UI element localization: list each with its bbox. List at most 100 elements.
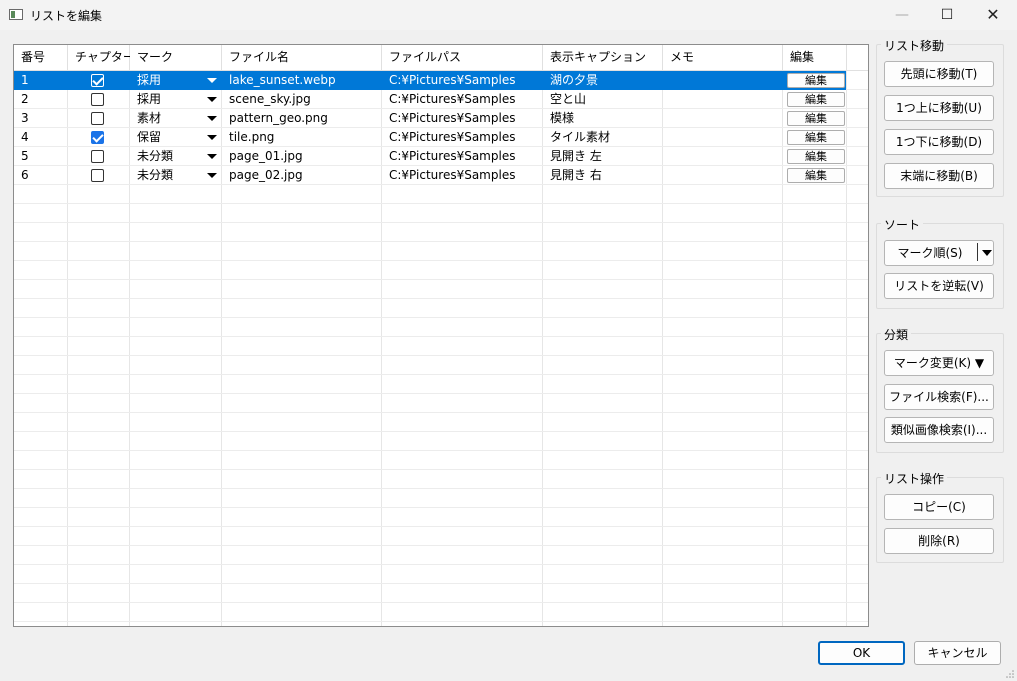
reverse-list-button[interactable]: リストを逆転(V) (884, 273, 994, 299)
move-down-button[interactable]: 1つ下に移動(D) (884, 129, 994, 155)
cancel-button[interactable]: キャンセル (914, 641, 1001, 665)
grid-line (14, 279, 868, 280)
mark-select-value: 未分類 (137, 149, 174, 163)
dropdown-arrow-icon[interactable] (207, 116, 217, 121)
grid-line (14, 621, 868, 622)
change-mark-button[interactable]: マーク変更(K) ▼ (884, 350, 994, 376)
cell-filename: lake_sunset.webp (229, 73, 336, 87)
grid-line (14, 545, 868, 546)
column-header-filename[interactable]: ファイル名 (222, 45, 382, 70)
grid-line (14, 526, 868, 527)
edit-button[interactable]: 編集 (787, 111, 845, 126)
move-up-button[interactable]: 1つ上に移動(U) (884, 95, 994, 121)
table-row[interactable]: 2 採用 scene_sky.jpg C:¥Pictures¥Samples 空と山 編集 (14, 90, 846, 109)
dropdown-arrow-icon[interactable] (207, 154, 217, 159)
cell-number: 3 (21, 111, 29, 125)
grid-line (14, 412, 868, 413)
column-header-caption[interactable]: 表示キャプション (543, 45, 663, 70)
delete-button[interactable]: 削除(R) (884, 528, 994, 554)
chapter-checkbox[interactable] (91, 131, 104, 144)
group-title-list-move: リスト移動 (881, 37, 948, 54)
cell-memo (663, 71, 670, 90)
copy-button[interactable]: コピー(C) (884, 494, 994, 520)
chapter-checkbox[interactable] (91, 112, 104, 125)
column-header-memo[interactable]: メモ (663, 45, 783, 70)
title-bar: リストを編集 — ☐ ✕ (0, 0, 1017, 30)
cell-caption: 湖の夕景 (550, 73, 599, 87)
move-to-bottom-button[interactable]: 末端に移動(B) (884, 163, 994, 189)
edit-button[interactable]: 編集 (787, 168, 845, 183)
maximize-button[interactable]: ☐ (924, 0, 970, 30)
ok-button[interactable]: OK (818, 641, 905, 665)
table-row[interactable]: 3 素材 pattern_geo.png C:¥Pictures¥Samples 模様 編… (14, 109, 846, 128)
cell-number: 2 (21, 92, 29, 106)
cell-filepath: C:¥Pictures¥Samples (389, 130, 516, 144)
dropdown-arrow-icon[interactable] (207, 97, 217, 102)
cell-filepath: C:¥Pictures¥Samples (389, 149, 516, 163)
table-row[interactable]: 1 採用 lake_sunset.webp C:¥Pictures¥Samples 湖の… (14, 71, 846, 90)
column-header-filepath[interactable]: ファイルパス (382, 45, 543, 70)
grid-line (14, 260, 868, 261)
cell-caption: 見開き 左 (550, 149, 602, 163)
grid-line (14, 431, 868, 432)
grid-line (14, 203, 868, 204)
split-dropdown-arrow-icon[interactable] (982, 250, 992, 256)
edit-button[interactable]: 編集 (787, 149, 845, 164)
grid-line (14, 583, 868, 584)
cell-filename: page_02.jpg (229, 168, 303, 182)
cell-caption: 空と山 (550, 92, 587, 106)
grid-line (14, 564, 868, 565)
mark-select-value: 保留 (137, 130, 162, 144)
grid-line (14, 317, 868, 318)
cell-number: 1 (21, 73, 29, 87)
cell-caption: 模様 (550, 111, 575, 125)
edit-button[interactable]: 編集 (787, 130, 845, 145)
table-row[interactable]: 4 保留 tile.png C:¥Pictures¥Samples タイル素材 編集 (14, 128, 846, 147)
similar-image-search-button[interactable]: 類似画像検索(I)... (884, 417, 994, 443)
grid-line (14, 298, 868, 299)
grid-line (14, 241, 868, 242)
cell-filepath: C:¥Pictures¥Samples (389, 73, 516, 87)
cell-memo (663, 90, 670, 109)
table-row[interactable]: 5 未分類 page_01.jpg C:¥Pictures¥Samples 見開き 左 編… (14, 147, 846, 166)
edit-button[interactable]: 編集 (787, 92, 845, 107)
cell-caption: タイル素材 (550, 130, 611, 144)
move-to-top-button[interactable]: 先頭に移動(T) (884, 61, 994, 87)
mark-select-value: 未分類 (137, 168, 174, 182)
column-header-edit[interactable]: 編集 (783, 45, 847, 70)
group-title-list-operations: リスト操作 (881, 470, 948, 487)
file-list-table[interactable]: 番号 チャプター マーク ファイル名 ファイルパス 表示キャプション メモ 編集… (13, 44, 869, 627)
grid-line (14, 393, 868, 394)
cell-filename: tile.png (229, 130, 275, 144)
chapter-checkbox[interactable] (91, 93, 104, 106)
grid-line (14, 355, 868, 356)
resize-grip-icon[interactable] (1006, 670, 1014, 678)
dropdown-arrow-icon[interactable] (207, 135, 217, 140)
mark-select-value: 素材 (137, 111, 162, 125)
cell-number: 5 (21, 149, 29, 163)
cell-memo (663, 109, 670, 128)
mark-select-value: 採用 (137, 73, 162, 87)
chapter-checkbox[interactable] (91, 74, 104, 87)
cell-caption: 見開き 右 (550, 168, 602, 182)
column-header-number[interactable]: 番号 (14, 45, 68, 70)
edit-button[interactable]: 編集 (787, 73, 845, 88)
table-row[interactable]: 6 未分類 page_02.jpg C:¥Pictures¥Samples 見開き 右 編… (14, 166, 846, 185)
grid-line (14, 469, 868, 470)
chapter-checkbox[interactable] (91, 150, 104, 163)
group-title-sort: ソート (881, 216, 924, 233)
close-button[interactable]: ✕ (970, 0, 1016, 30)
chapter-checkbox[interactable] (91, 169, 104, 182)
column-header-mark[interactable]: マーク (130, 45, 222, 70)
minimize-button[interactable]: — (879, 0, 925, 30)
grid-line (14, 450, 868, 451)
dropdown-arrow-icon[interactable] (207, 78, 217, 83)
grid-line (14, 222, 868, 223)
cell-filepath: C:¥Pictures¥Samples (389, 168, 516, 182)
cell-memo (663, 147, 670, 166)
cell-number: 4 (21, 130, 29, 144)
dropdown-arrow-icon[interactable] (207, 173, 217, 178)
column-header-chapter[interactable]: チャプター (68, 45, 135, 70)
file-search-button[interactable]: ファイル検索(F)... (884, 384, 994, 410)
cell-memo (663, 166, 670, 185)
